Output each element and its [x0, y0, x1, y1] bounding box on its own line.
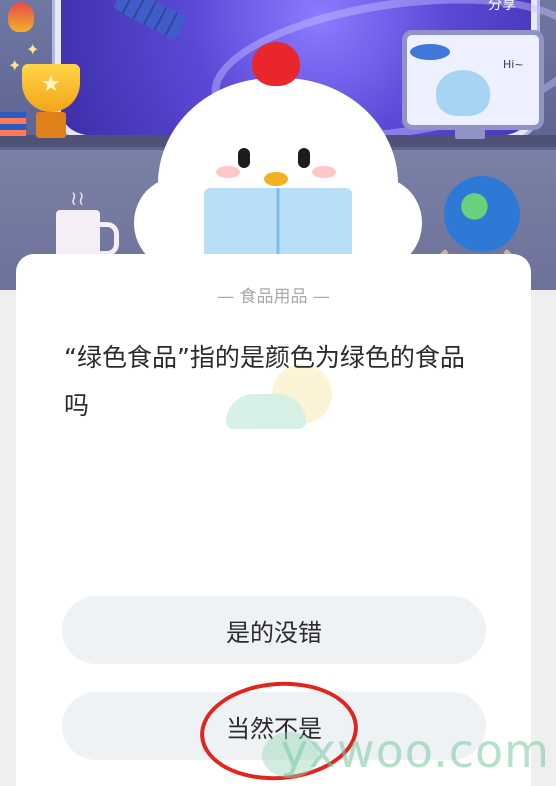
answer-option-label: 是的没错 — [226, 618, 322, 647]
quiz-card: — 食品用品 — “绿色食品”指的是颜色为绿色的食品吗 是的没错 当然不是 — [16, 254, 531, 786]
chick-comb-icon — [252, 42, 300, 86]
share-label[interactable]: 分享 — [488, 0, 516, 14]
medal-icon — [8, 2, 34, 32]
alien-icon — [436, 70, 490, 116]
trophy-base — [36, 112, 66, 138]
steam-icon: ≀≀ — [70, 186, 85, 210]
site-watermark: yxwoo.com — [280, 724, 550, 778]
monitor-greeting: Hi~ — [503, 58, 524, 71]
chick-beak — [264, 172, 288, 186]
sparkle-icon: ✦ — [26, 40, 40, 59]
header-illustration: 分享 ✦ ✦ ★ Hi~ ≀≀ — [0, 0, 556, 290]
monitor-stand — [455, 125, 485, 139]
chick-eye-left — [238, 148, 250, 168]
quiz-question: “绿色食品”指的是颜色为绿色的食品吗 — [64, 343, 465, 420]
books-icon — [0, 112, 26, 136]
ufo-icon — [410, 44, 450, 60]
mug-icon — [56, 210, 100, 260]
star-icon: ★ — [41, 72, 61, 97]
chick-eye-right — [298, 148, 310, 168]
open-book-icon — [204, 188, 352, 260]
quiz-category: — 食品用品 — — [217, 287, 330, 307]
mug-handle — [96, 222, 119, 256]
chick-cheek-left — [216, 166, 240, 178]
chick-cheek-right — [312, 166, 336, 178]
sparkle-icon: ✦ — [8, 56, 22, 75]
answer-option-yes[interactable]: 是的没错 — [62, 596, 486, 664]
